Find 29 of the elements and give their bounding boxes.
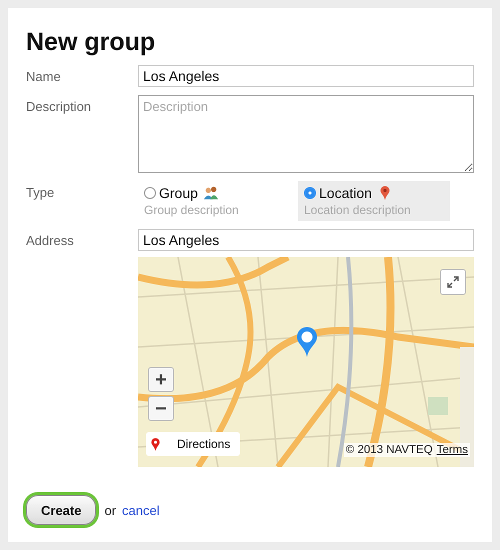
address-field[interactable]: Los Angeles	[138, 229, 474, 251]
zoom-out-button[interactable]: −	[148, 396, 174, 421]
separator-text: or	[104, 502, 116, 518]
location-pin-icon	[295, 325, 319, 359]
radio-button[interactable]	[304, 187, 316, 199]
cancel-link[interactable]: cancel	[122, 502, 160, 518]
terms-link[interactable]: Terms	[436, 444, 468, 456]
people-icon	[202, 185, 219, 201]
field-label: Type	[26, 184, 56, 202]
option-label: Group	[159, 185, 198, 201]
field-label: Address	[26, 232, 75, 250]
directions-button[interactable]: Directions	[146, 432, 240, 456]
type-option[interactable]: Location Location description	[298, 181, 450, 221]
fullscreen-button[interactable]	[440, 269, 466, 295]
page-title: New group	[26, 28, 156, 57]
option-label: Location	[319, 185, 372, 201]
zoom-in-button[interactable]: +	[148, 367, 174, 392]
description-field[interactable]: Description	[138, 95, 474, 173]
map-attribution: © 2013 NAVTEQ	[346, 444, 433, 456]
field-label: Name	[26, 68, 62, 86]
name-field[interactable]: Los Angeles	[138, 65, 474, 87]
create-button[interactable]: Create	[26, 495, 96, 525]
option-description: Location description	[304, 203, 412, 217]
type-option[interactable]: Group Group description	[138, 181, 290, 221]
option-description: Group description	[144, 203, 240, 217]
radio-button[interactable]	[144, 187, 156, 199]
map-pin-icon	[150, 436, 161, 452]
expand-icon	[447, 276, 459, 288]
field-label: Description	[26, 98, 92, 116]
